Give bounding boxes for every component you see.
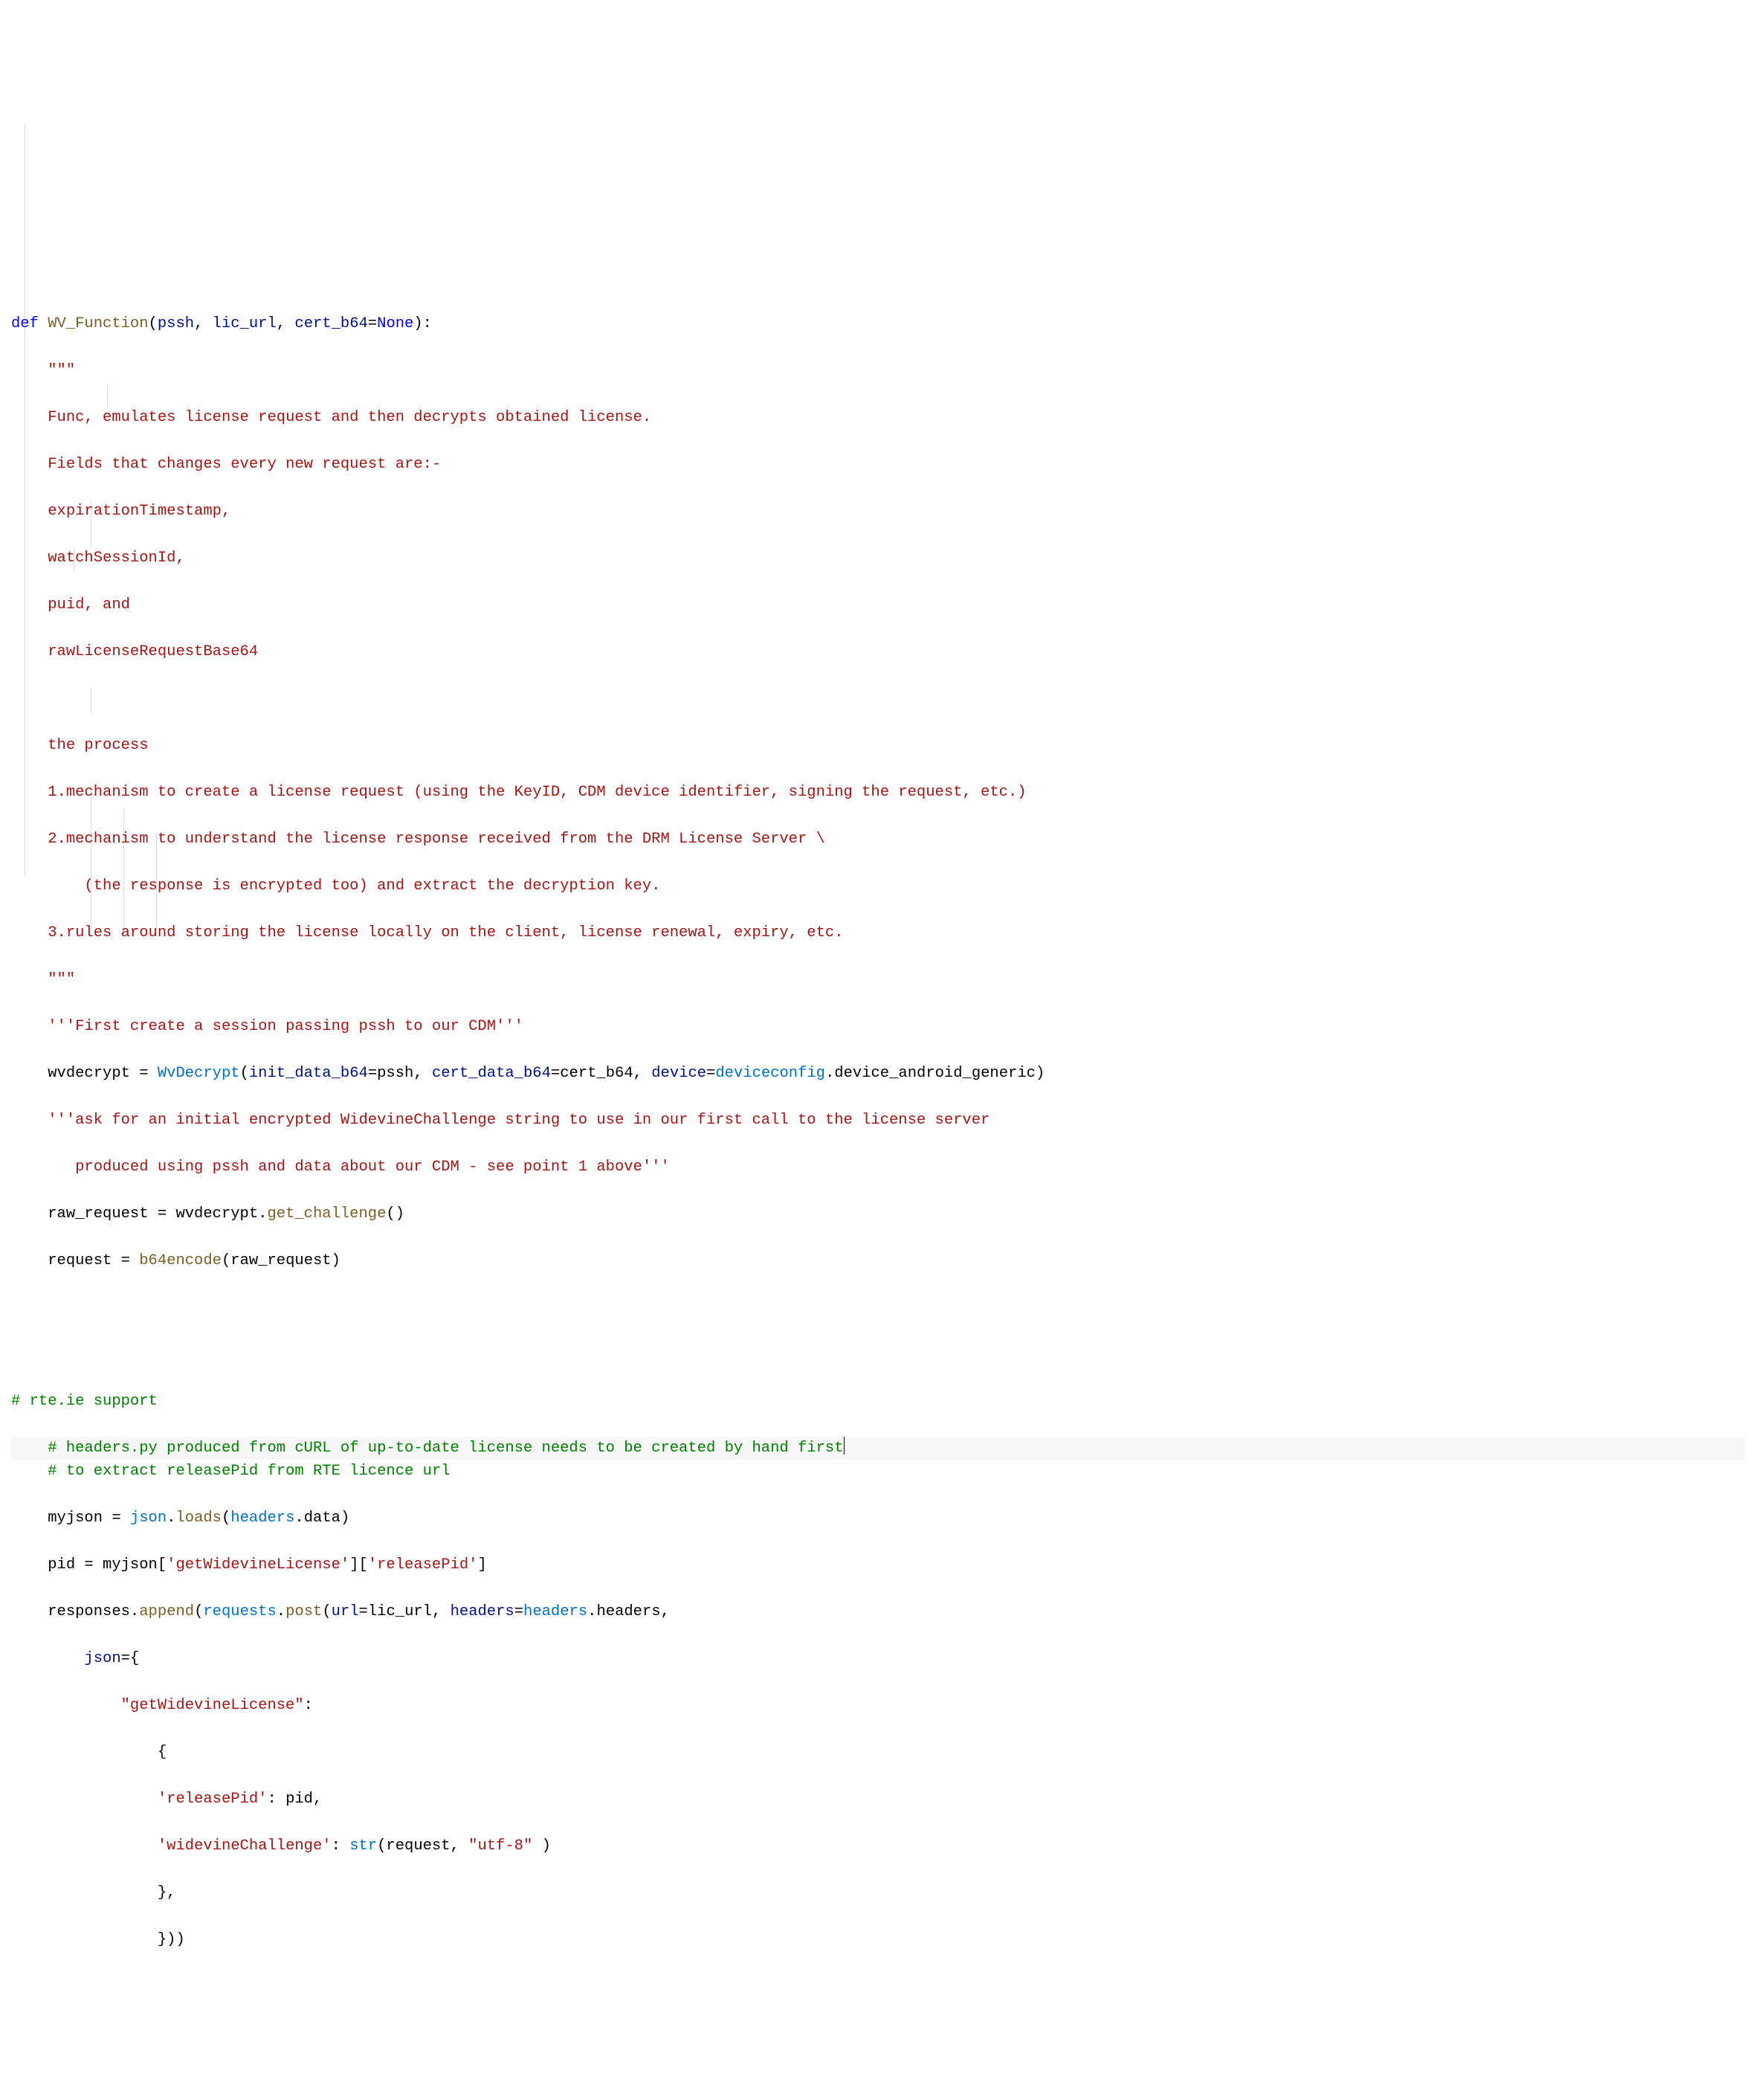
comment: # headers.py produced from cURL of up-to… bbox=[48, 1440, 843, 1457]
code-line: the process bbox=[11, 734, 1745, 758]
code-line: request = b64encode(raw_request) bbox=[11, 1249, 1745, 1273]
code-line: expirationTimestamp, bbox=[11, 500, 1745, 524]
code-line: rawLicenseRequestBase64 bbox=[11, 640, 1745, 664]
code-line: wvdecrypt = WvDecrypt(init_data_b64=pssh… bbox=[11, 1062, 1745, 1086]
code-line: Func, emulates license request and then … bbox=[11, 406, 1745, 430]
code-line bbox=[11, 1343, 1745, 1367]
keyword-def: def bbox=[11, 315, 39, 332]
code-line: myjson = json.loads(headers.data) bbox=[11, 1507, 1745, 1530]
text-cursor bbox=[844, 1437, 845, 1455]
code-line: produced using pssh and data about our C… bbox=[11, 1156, 1745, 1179]
code-line: '''ask for an initial encrypted Widevine… bbox=[11, 1109, 1745, 1133]
code-line: """ bbox=[11, 359, 1745, 383]
code-line: raw_request = wvdecrypt.get_challenge() bbox=[11, 1202, 1745, 1226]
code-line-highlighted: # headers.py produced from cURL of up-to… bbox=[11, 1437, 1745, 1460]
code-line: '''First create a session passing pssh t… bbox=[11, 1015, 1745, 1039]
code-line bbox=[11, 687, 1745, 711]
code-line: 'widevineChallenge': str(request, "utf-8… bbox=[11, 1835, 1745, 1858]
comment: # rte.ie support bbox=[11, 1393, 158, 1410]
code-line: # to extract releasePid from RTE licence… bbox=[11, 1460, 1745, 1484]
code-line: Fields that changes every new request ar… bbox=[11, 453, 1745, 477]
indent-guide bbox=[123, 808, 124, 930]
code-line: json={ bbox=[11, 1647, 1745, 1671]
code-line: 1.mechanism to create a license request … bbox=[11, 781, 1745, 805]
code-line: """ bbox=[11, 968, 1745, 992]
code-line: "getWidevineLicense": bbox=[11, 1694, 1745, 1718]
code-editor[interactable]: def WV_Function(pssh, lic_url, cert_b64=… bbox=[11, 101, 1745, 1975]
code-line: watchSessionId, bbox=[11, 547, 1745, 570]
code-line: # rte.ie support bbox=[11, 1390, 1745, 1414]
code-line: 3.rules around storing the license local… bbox=[11, 921, 1745, 945]
comment: # to extract releasePid from RTE licence… bbox=[48, 1463, 450, 1480]
code-line: (the response is encrypted too) and extr… bbox=[11, 875, 1745, 898]
code-line bbox=[11, 1296, 1745, 1320]
code-line: pid = myjson['getWidevineLicense']['rele… bbox=[11, 1553, 1745, 1577]
code-line: { bbox=[11, 1741, 1745, 1765]
indent-guide bbox=[107, 384, 108, 408]
code-line: responses.append(requests.post(url=lic_u… bbox=[11, 1600, 1745, 1624]
code-line: }, bbox=[11, 1881, 1745, 1905]
code-line: def WV_Function(pssh, lic_url, cert_b64=… bbox=[11, 312, 1745, 336]
code-line: })) bbox=[11, 1928, 1745, 1952]
code-line: 'releasePid': pid, bbox=[11, 1788, 1745, 1811]
code-line: 2.mechanism to understand the license re… bbox=[11, 828, 1745, 851]
function-name: WV_Function bbox=[39, 315, 149, 332]
code-line: puid, and bbox=[11, 593, 1745, 617]
